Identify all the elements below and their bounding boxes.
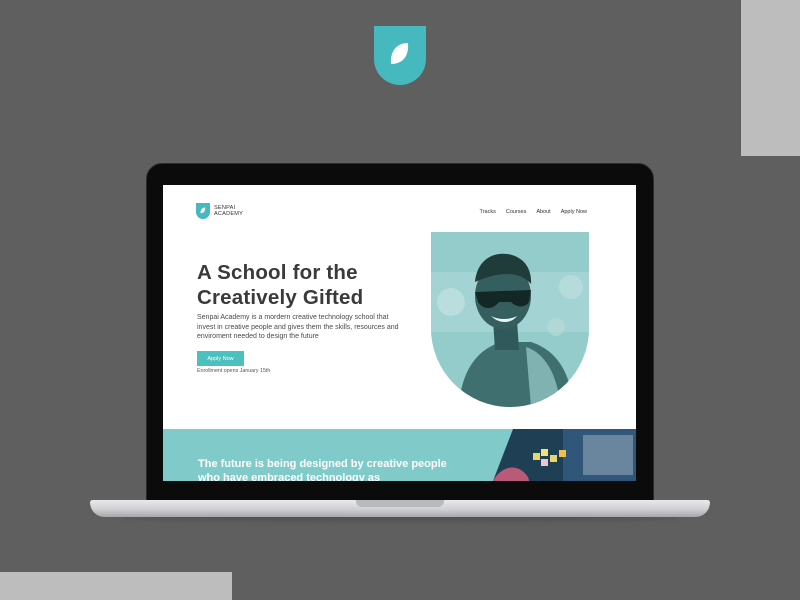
decorative-rectangle-top-right <box>741 0 800 156</box>
nav-tracks[interactable]: Tracks <box>480 209 496 215</box>
hero-photo <box>431 232 589 407</box>
laptop-screen: SENPAI ACADEMY Tracks Courses About Appl… <box>163 185 636 481</box>
decorative-rectangle-bottom-left <box>0 572 232 600</box>
site-logo-line2: ACADEMY <box>214 211 244 217</box>
hero-description: Senpai Academy is a mordern creative tec… <box>197 314 399 340</box>
site-logo-text: SENPAI ACADEMY <box>214 205 243 217</box>
hero-title: A School for the Creatively Gifted <box>197 261 364 309</box>
site-nav: Tracks Courses About Apply Now <box>480 209 587 215</box>
hero-photo-illustration <box>431 232 589 407</box>
nav-about[interactable]: About <box>536 209 550 215</box>
band-headline: The future is being designed by creative… <box>198 458 447 481</box>
site-logo[interactable]: SENPAI ACADEMY <box>196 203 243 219</box>
nav-apply-now[interactable]: Apply Now <box>561 209 587 215</box>
laptop-notch <box>356 500 444 507</box>
band-photo <box>493 429 636 481</box>
brand-logo-badge <box>374 26 426 85</box>
lower-band: The future is being designed by creative… <box>163 429 636 481</box>
apply-now-button[interactable]: Apply Now <box>197 351 244 366</box>
site-logo-icon <box>196 203 210 219</box>
nav-courses[interactable]: Courses <box>506 209 526 215</box>
enrollment-note: Enrollment opens January 15th <box>197 368 271 374</box>
